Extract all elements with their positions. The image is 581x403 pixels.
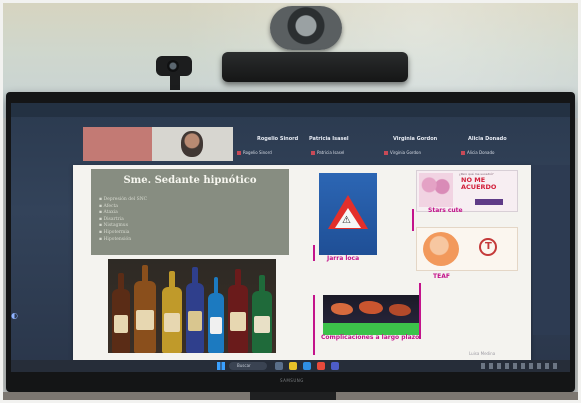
bullet-list: Depresión del SNC Afecta Ataxia Disartri… [99,197,259,243]
windows-start-icon[interactable] [217,362,225,370]
slide-credit: Luisa Medina [469,351,496,356]
participant-tag-label-4: Alicia Donado [467,150,495,155]
bottle [112,273,130,353]
liver-shape [359,301,383,314]
participant-name-2[interactable]: Patricia Isasel [309,136,349,142]
caption-teaf: TEAF [433,273,450,280]
mic-muted-icon [384,151,388,155]
liver-shape [331,303,353,315]
participant-tag-label-3: Virginia Gordon [390,150,421,155]
webcam [156,56,192,76]
poster-photo [419,173,453,207]
camera-mount [222,52,408,82]
participant-name-4[interactable]: Alicia Donado [468,136,507,142]
participant-tag-3: Virginia Gordon [384,150,421,155]
participant-tag-label-1: Rogelio Sinord [243,150,272,155]
bottle [228,269,248,353]
screen: Rogelio Sinord Patricia Isasel Virginia … [11,103,570,372]
fetus-illustration [423,232,459,266]
bullet-item: Ataxia [99,210,259,217]
poster-image: ¿Pero qué me sucedió? NO ME ACUERDO [416,170,518,212]
bullet-item: Hipotensión [99,237,259,244]
participant-name-3[interactable]: Virginia Gordon [393,136,437,142]
bottle [134,265,156,353]
poster-tag [475,199,503,205]
bottles-photo [108,259,276,353]
taskbar: Buscar [11,360,570,372]
bottle [208,277,224,353]
teams-icon[interactable] [331,362,339,370]
bullet-item: Nistagmus [99,223,259,230]
bullet-item: Afecta [99,204,259,211]
teaf-image [416,227,518,271]
divider-line [313,295,315,355]
slide-title: Sme. Sedante hipnótico [123,175,257,186]
edge-browser-icon[interactable] [303,362,311,370]
monitor-stand [250,392,336,403]
side-panel [533,165,570,335]
logo-icon [479,238,497,256]
mic-muted-icon [237,151,241,155]
mic-muted-icon [461,151,465,155]
participant-tag-label-2: Patricia Isasel [317,150,345,155]
participant-video-tile[interactable] [83,127,233,161]
conference-camera [270,6,342,50]
crossing-figures-icon: ⚠ [342,215,351,226]
shared-slide: Sme. Sedante hipnótico Depresión del SNC… [73,165,531,361]
chrome-icon[interactable] [317,362,325,370]
bullet-item: Depresión del SNC [99,197,259,204]
liver-shape [389,304,411,316]
share-indicator-icon[interactable]: ◐ [11,311,18,320]
poster-headline: NO ME ACUERDO [461,177,496,191]
file-explorer-icon[interactable] [289,362,297,370]
poster-headline-2: ACUERDO [461,183,497,191]
bullet-item: Hipotermia [99,230,259,237]
webcam-lens-icon [167,60,179,72]
taskbar-search[interactable]: Buscar [229,362,267,370]
bottle [186,267,204,353]
meeting-top-bar [11,103,570,117]
liver-illustration [323,295,419,335]
divider-line [313,245,315,261]
monitor-brand: SAMSUNG [280,378,304,383]
title-box: Sme. Sedante hipnótico Depresión del SNC… [91,169,289,255]
caption-jarra: Jarra loca [327,255,360,262]
task-view-icon[interactable] [275,362,283,370]
bottle [162,271,182,353]
participant-tag-2: Patricia Isasel [311,150,344,155]
system-tray[interactable] [481,363,561,369]
caption-complicaciones: Complicaciones a largo plazo [321,334,420,341]
webcam-stand [170,74,180,90]
participant-name-1[interactable]: Rogelio Sinord [257,136,298,142]
divider-line [419,283,421,339]
caption-stars: Stars cute [428,207,463,214]
divider-line [412,209,414,231]
warning-sign-image: ⚠ [319,173,377,255]
participant-tag-1: Rogelio Sinord [237,150,272,155]
participant-face [181,131,203,157]
bottle [252,275,272,353]
participant-tag-4: Alicia Donado [461,150,495,155]
mic-muted-icon [311,151,315,155]
